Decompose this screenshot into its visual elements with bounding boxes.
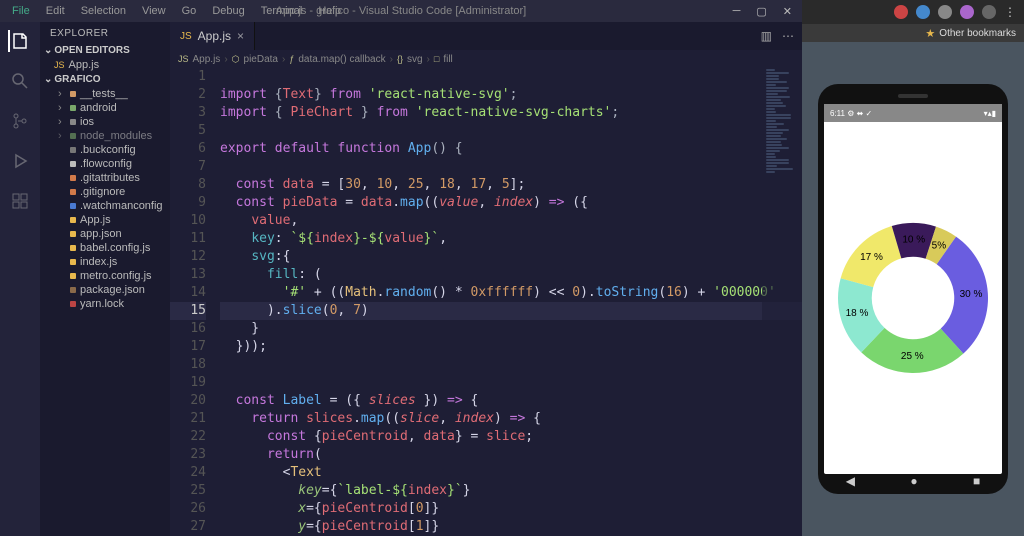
pie-label: 18 % bbox=[846, 308, 869, 319]
browser-toolbar: ⋮ bbox=[802, 0, 1024, 24]
split-editor-icon[interactable]: ▥ bbox=[761, 29, 772, 43]
maximize-icon[interactable]: ▢ bbox=[756, 5, 766, 18]
bookmark-folder-icon: ★ bbox=[925, 27, 935, 40]
tree-item[interactable]: metro.config.js bbox=[44, 269, 170, 283]
open-editor-item[interactable]: JSApp.js bbox=[40, 58, 170, 72]
tree-item[interactable]: .flowconfig bbox=[44, 157, 170, 171]
tree-item[interactable]: .buckconfig bbox=[44, 143, 170, 157]
pie-label: 5% bbox=[932, 241, 947, 252]
code-editor[interactable]: 1235678910111213141516171819202122232425… bbox=[170, 68, 802, 536]
close-icon[interactable]: ✕ bbox=[783, 5, 792, 18]
window-title: App.js - grafico - Visual Studio Code [A… bbox=[276, 5, 526, 17]
debug-icon[interactable] bbox=[9, 150, 31, 172]
pie-label: 25 % bbox=[901, 351, 924, 362]
tree-item[interactable]: yarn.lock bbox=[44, 297, 170, 311]
browser-window: ⋮ ★ Other bookmarks 6:11 ⚙ ⬌ ✓ ▾▴▮ 30 % 2… bbox=[802, 0, 1024, 536]
extensions-icon[interactable] bbox=[9, 190, 31, 212]
minimap[interactable] bbox=[762, 68, 802, 536]
phone-home-icon[interactable]: ● bbox=[910, 474, 917, 488]
menu-file[interactable]: File bbox=[6, 3, 36, 19]
ext-icon-3[interactable] bbox=[938, 5, 952, 19]
js-file-icon: JS bbox=[180, 31, 192, 42]
menu-debug[interactable]: Debug bbox=[206, 3, 250, 19]
pie-label: 30 % bbox=[960, 289, 983, 300]
search-icon[interactable] bbox=[9, 70, 31, 92]
menu-view[interactable]: View bbox=[136, 3, 172, 19]
source-control-icon[interactable] bbox=[9, 110, 31, 132]
ext-icon-2[interactable] bbox=[916, 5, 930, 19]
breadcrumb[interactable]: JSApp.js›⬡pieData›ƒdata.map() callback›{… bbox=[170, 50, 802, 68]
tree-item[interactable]: index.js bbox=[44, 255, 170, 269]
pie-label: 17 % bbox=[860, 252, 883, 263]
tab-close-icon[interactable]: × bbox=[237, 29, 244, 43]
tree-item[interactable]: ›android bbox=[44, 101, 170, 115]
open-editors-section[interactable]: ⌄OPEN EDITORS bbox=[40, 43, 170, 58]
menu-go[interactable]: Go bbox=[176, 3, 203, 19]
tree-item[interactable]: .watchmanconfig bbox=[44, 199, 170, 213]
explorer-icon[interactable] bbox=[8, 30, 30, 52]
tree-item[interactable]: package.json bbox=[44, 283, 170, 297]
project-section[interactable]: ⌄GRAFICO bbox=[40, 72, 170, 87]
bookmarks-label[interactable]: Other bookmarks bbox=[939, 28, 1016, 39]
tree-item[interactable]: ›node_modules bbox=[44, 129, 170, 143]
tree-item[interactable]: babel.config.js bbox=[44, 241, 170, 255]
file-tree: ›__tests__›android›ios›node_modules.buck… bbox=[40, 87, 170, 536]
tree-item[interactable]: .gitignore bbox=[44, 185, 170, 199]
tree-item[interactable]: ›ios bbox=[44, 115, 170, 129]
phone-recent-icon[interactable]: ■ bbox=[973, 474, 980, 488]
browser-menu-icon[interactable]: ⋮ bbox=[1004, 5, 1016, 19]
menu-edit[interactable]: Edit bbox=[40, 3, 71, 19]
tab-label: App.js bbox=[198, 29, 231, 43]
activity-bar bbox=[0, 22, 40, 536]
phone-frame: 6:11 ⚙ ⬌ ✓ ▾▴▮ 30 %25 %18 %17 %10 %5% ◀ … bbox=[818, 84, 1008, 494]
minimize-icon[interactable]: ─ bbox=[733, 5, 741, 18]
tab-bar: JS App.js × ▥ ⋯ bbox=[170, 22, 802, 50]
ext-icon-1[interactable] bbox=[894, 5, 908, 19]
phone-back-icon[interactable]: ◀ bbox=[846, 474, 855, 488]
phone-speaker bbox=[898, 94, 928, 98]
tree-item[interactable]: ›__tests__ bbox=[44, 87, 170, 101]
menu-selection[interactable]: Selection bbox=[75, 3, 132, 19]
ext-icon-4[interactable] bbox=[960, 5, 974, 19]
pie-label: 10 % bbox=[902, 235, 925, 246]
tree-item[interactable]: App.js bbox=[44, 213, 170, 227]
avatar-icon[interactable] bbox=[982, 5, 996, 19]
sidebar-header: EXPLORER bbox=[40, 22, 170, 43]
tab-app-js[interactable]: JS App.js × bbox=[170, 22, 255, 50]
tree-item[interactable]: .gitattributes bbox=[44, 171, 170, 185]
tree-item[interactable]: app.json bbox=[44, 227, 170, 241]
more-actions-icon[interactable]: ⋯ bbox=[782, 29, 794, 43]
phone-statusbar: 6:11 ⚙ ⬌ ✓ ▾▴▮ bbox=[824, 104, 1002, 122]
window-titlebar: File Edit Selection View Go Debug Termin… bbox=[0, 0, 802, 22]
chart-canvas: 30 % 25 % 18 % 17 % 10 % 5% bbox=[824, 122, 1002, 474]
sidebar: EXPLORER ⌄OPEN EDITORS JSApp.js ⌄GRAFICO… bbox=[40, 22, 170, 536]
